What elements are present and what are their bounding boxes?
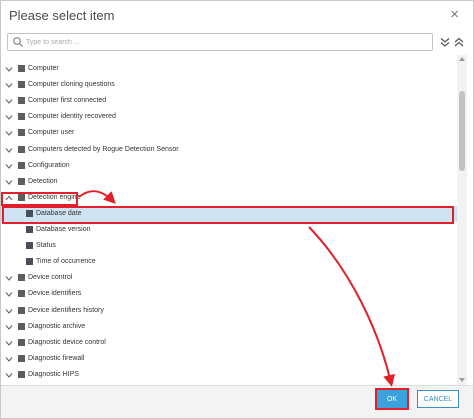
tree-category-row[interactable]: Computer user xyxy=(1,125,457,141)
category-icon xyxy=(18,338,25,346)
search-icon xyxy=(13,37,23,47)
tree-item-label: Device control xyxy=(28,274,73,282)
category-icon xyxy=(18,290,25,298)
tree-child-row[interactable]: Status xyxy=(1,238,457,254)
tree-item-label: Computer xyxy=(28,65,59,72)
tree-category-row[interactable]: Configuration xyxy=(1,158,457,174)
tree-category-row[interactable]: Computer first connected xyxy=(1,93,457,109)
field-icon xyxy=(26,226,33,233)
chevron-down-icon[interactable] xyxy=(5,146,13,154)
select-item-dialog: Please select item × Computer Computer cl… xyxy=(0,0,474,419)
category-icon xyxy=(18,370,25,378)
category-icon xyxy=(18,81,25,89)
annotation-box-database-date xyxy=(2,206,454,224)
ok-button[interactable]: OK xyxy=(375,388,409,410)
tree-item-label: Configuration xyxy=(28,161,70,169)
category-icon xyxy=(18,306,25,314)
category-icon xyxy=(18,354,25,362)
tree-item-label: Device identifiers history xyxy=(28,306,104,314)
tree-item-label: Diagnostic firewall xyxy=(28,354,85,362)
scroll-thumb[interactable] xyxy=(459,91,465,171)
chevron-down-icon[interactable] xyxy=(5,162,13,170)
chevron-down-icon[interactable] xyxy=(5,65,13,73)
search-row xyxy=(7,33,465,53)
chevron-double-up-icon[interactable] xyxy=(453,36,465,48)
tree-category-row[interactable]: Detection xyxy=(1,174,457,190)
tree-item-label: Status xyxy=(36,242,56,250)
tree-item-label: Computer first connected xyxy=(28,97,107,105)
category-icon xyxy=(18,274,25,282)
category-icon xyxy=(18,322,25,330)
vertical-scrollbar[interactable] xyxy=(457,55,467,385)
tree-item-label: Device identifiers xyxy=(28,290,82,298)
tree-item-label: Diagnostic device control xyxy=(28,338,106,346)
chevron-down-icon[interactable] xyxy=(5,81,13,89)
tree-item-label: Computer cloning questions xyxy=(28,81,115,89)
search-input[interactable] xyxy=(26,35,426,49)
tree-item-label: Detection xyxy=(28,177,58,185)
tree-item-label: Database version xyxy=(36,226,91,233)
category-icon xyxy=(18,65,25,72)
tree-category-row[interactable]: Device control xyxy=(1,270,457,286)
tree-item-label: Diagnostic HIPS xyxy=(28,370,79,378)
chevron-down-icon[interactable] xyxy=(5,97,13,105)
chevron-down-icon[interactable] xyxy=(5,274,13,282)
chevron-down-icon[interactable] xyxy=(5,290,13,298)
chevron-down-icon[interactable] xyxy=(5,323,13,331)
tree-category-row[interactable]: Computer identity recovered xyxy=(1,109,457,125)
cancel-button[interactable]: CANCEL xyxy=(417,390,459,408)
tree-category-row[interactable]: Device identifiers xyxy=(1,286,457,302)
tree-child-row[interactable]: Time of occurrence xyxy=(1,254,457,270)
tree-category-row[interactable]: Computer cloning questions xyxy=(1,77,457,93)
tree-category-row[interactable]: Diagnostic device control xyxy=(1,335,457,351)
category-icon xyxy=(18,177,25,185)
chevron-double-down-icon[interactable] xyxy=(439,36,451,48)
tree-item-label: Time of occurrence xyxy=(36,258,96,266)
category-icon xyxy=(18,145,25,153)
category-icon xyxy=(18,129,25,137)
tree-item-label: Computer identity recovered xyxy=(28,113,116,121)
tree-child-row[interactable]: Database version xyxy=(1,222,457,238)
field-icon xyxy=(26,242,33,250)
scroll-up-icon[interactable] xyxy=(459,56,465,62)
tree-item-label: Computer user xyxy=(28,129,75,137)
chevron-down-icon[interactable] xyxy=(5,129,13,137)
chevron-down-icon[interactable] xyxy=(5,178,13,186)
dialog-title-bar: Please select item × xyxy=(1,1,473,31)
tree-category-row[interactable]: Diagnostic archive xyxy=(1,319,457,335)
tree-category-row[interactable]: Computers detected by Rogue Detection Se… xyxy=(1,142,457,158)
annotation-box-detection-engine xyxy=(1,192,78,206)
scroll-down-icon[interactable] xyxy=(459,377,465,383)
tree-category-row[interactable]: Device identifiers history xyxy=(1,303,457,319)
chevron-down-icon[interactable] xyxy=(5,113,13,121)
category-icon xyxy=(18,97,25,105)
tree-item-label: Diagnostic archive xyxy=(28,322,86,330)
chevron-down-icon[interactable] xyxy=(5,307,13,315)
category-icon xyxy=(18,161,25,169)
tree-category-row[interactable]: Computer xyxy=(1,61,457,77)
tree-category-row[interactable]: Diagnostic firewall xyxy=(1,351,457,367)
search-box[interactable] xyxy=(7,33,433,51)
dialog-title: Please select item xyxy=(9,8,115,23)
field-icon xyxy=(26,258,33,266)
chevron-down-icon[interactable] xyxy=(5,339,13,347)
close-icon[interactable]: × xyxy=(450,6,459,23)
chevron-down-icon[interactable] xyxy=(5,355,13,363)
tree-category-row[interactable]: Diagnostic HIPS xyxy=(1,367,457,383)
chevron-down-icon[interactable] xyxy=(5,371,13,379)
tree-item-label: Computers detected by Rogue Detection Se… xyxy=(28,145,179,153)
category-icon xyxy=(18,113,25,121)
